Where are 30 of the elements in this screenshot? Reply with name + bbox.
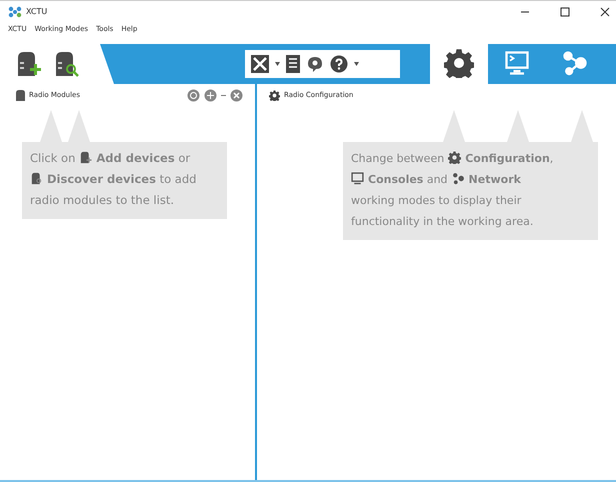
hint-text: Consoles and [368,173,448,186]
settings-icon [269,90,280,100]
hint-text: Click on [30,151,76,165]
monitor-icon [351,172,364,185]
window-title: XCTU [26,7,48,16]
help-icon[interactable] [330,55,348,73]
add-device-icon[interactable] [15,50,41,78]
network-icon [452,172,465,185]
close-icon[interactable] [600,6,610,16]
settings-icon [444,48,474,78]
radio-module-icon [16,90,25,100]
add-device-icon [79,151,92,164]
maximize-icon[interactable] [560,6,570,16]
hint-text: Network [468,173,521,186]
hint-text: functionality in the working area. [351,215,534,228]
hint-text: Change between [351,152,444,165]
discover-device-icon [30,172,43,185]
document-icon[interactable] [286,55,300,73]
hint-text: working modes to display their [351,194,522,207]
discover-device-icon[interactable] [53,50,79,78]
hint-text: radio modules to the list. [30,193,174,207]
chat-icon[interactable] [306,55,324,73]
settings-icon [448,151,462,164]
hint-text: Configuration, [465,152,554,165]
monitor-icon [503,49,531,77]
network-icon [561,49,589,77]
tools-icon[interactable] [251,55,269,73]
app-logo-icon [8,6,22,18]
hint-text: Add devices or [96,151,190,165]
hint-text: Discover devices to add [47,172,196,186]
